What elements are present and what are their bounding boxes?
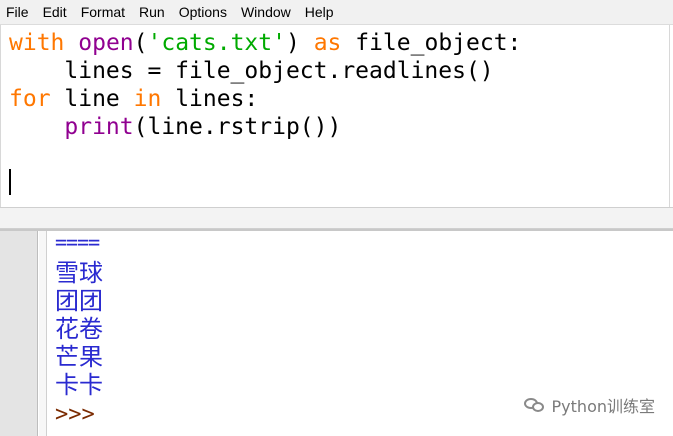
- code-builtin: open: [78, 30, 134, 56]
- shell-prompt: >>>: [55, 402, 95, 427]
- code-text: ): [285, 30, 314, 56]
- code-line-4: print(line.rstrip()): [9, 113, 341, 141]
- code-keyword: for: [9, 86, 51, 112]
- text-cursor: [9, 169, 11, 195]
- watermark: Python训练室: [523, 393, 655, 417]
- menu-bar: File Edit Format Run Options Window Help: [0, 0, 673, 25]
- shell-gutter: [0, 231, 38, 436]
- output-line: 卡卡: [55, 371, 103, 399]
- watermark-text: Python训练室: [551, 397, 655, 416]
- code-string: 'cats.txt': [147, 30, 286, 56]
- menu-edit[interactable]: Edit: [43, 4, 67, 20]
- menu-options[interactable]: Options: [179, 4, 227, 20]
- code-line-2: lines = file_object.readlines(): [9, 57, 494, 85]
- code-text: file_object:: [341, 30, 522, 56]
- code-keyword: in: [133, 86, 162, 112]
- wechat-icon: [523, 396, 546, 414]
- menu-help[interactable]: Help: [305, 4, 334, 20]
- code-builtin: print: [64, 114, 134, 140]
- code-text: lines:: [161, 86, 259, 112]
- menu-format[interactable]: Format: [81, 4, 125, 20]
- code-keyword: as: [313, 30, 342, 56]
- code-line-3: for line in lines:: [9, 85, 258, 113]
- output-line: 雪球: [55, 259, 103, 287]
- code-text: (line.rstrip()): [133, 114, 342, 140]
- output-line: 团团: [55, 287, 103, 315]
- menu-run[interactable]: Run: [139, 4, 165, 20]
- menu-file[interactable]: File: [6, 4, 29, 20]
- code-line-1: with open('cats.txt') as file_object:: [9, 29, 521, 57]
- restart-separator: ====: [55, 230, 100, 254]
- code-editor[interactable]: with open('cats.txt') as file_object: li…: [0, 25, 670, 207]
- output-line: 芒果: [55, 343, 103, 371]
- editor-status-bar: [0, 207, 673, 229]
- output-line: 花卷: [55, 315, 103, 343]
- shell-sidebar: [39, 231, 47, 436]
- menu-window[interactable]: Window: [241, 4, 291, 20]
- code-text: lines = file_object.readlines(): [9, 58, 494, 84]
- code-keyword: with: [9, 30, 65, 56]
- code-text: (: [133, 30, 148, 56]
- code-text: line: [50, 86, 134, 112]
